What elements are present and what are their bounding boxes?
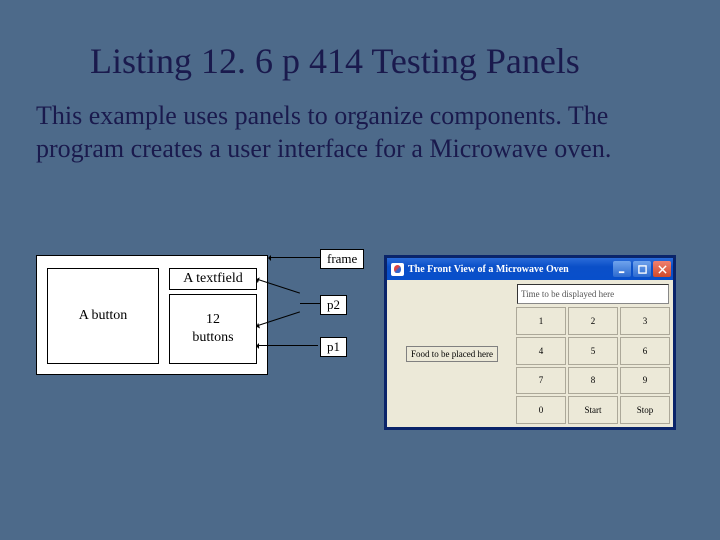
schematic-frame: A button A textfield 12buttons xyxy=(36,255,268,375)
java-icon xyxy=(391,263,404,276)
time-field[interactable]: Time to be displayed here xyxy=(517,284,669,304)
maximize-button[interactable] xyxy=(633,261,651,277)
key-2[interactable]: 2 xyxy=(568,307,618,335)
title-bar: The Front View of a Microwave Oven xyxy=(387,258,673,280)
key-7[interactable]: 7 xyxy=(516,367,566,395)
callout-frame: frame xyxy=(320,249,364,269)
microwave-window: The Front View of a Microwave Oven Food … xyxy=(384,255,676,430)
key-1[interactable]: 1 xyxy=(516,307,566,335)
key-9[interactable]: 9 xyxy=(620,367,670,395)
close-button[interactable] xyxy=(653,261,671,277)
key-6[interactable]: 6 xyxy=(620,337,670,365)
schematic-grid-box: 12buttons xyxy=(169,294,257,364)
schematic-textfield-box: A textfield xyxy=(169,268,257,290)
key-stop[interactable]: Stop xyxy=(620,396,670,424)
callout-p1: p1 xyxy=(320,337,347,357)
key-4[interactable]: 4 xyxy=(516,337,566,365)
minimize-button[interactable] xyxy=(613,261,631,277)
slide-title: Listing 12. 6 p 414 Testing Panels xyxy=(90,40,720,82)
keypad: 1 2 3 4 5 6 7 8 9 0 Start Stop xyxy=(515,306,671,425)
slide-body: This example uses panels to organize com… xyxy=(36,100,680,165)
window-title: The Front View of a Microwave Oven xyxy=(408,264,613,275)
figure-area: A button A textfield 12buttons frame p2 … xyxy=(36,255,690,435)
key-5[interactable]: 5 xyxy=(568,337,618,365)
callout-p2: p2 xyxy=(320,295,347,315)
key-8[interactable]: 8 xyxy=(568,367,618,395)
food-button[interactable]: Food to be placed here xyxy=(406,346,498,362)
food-panel: Food to be placed here xyxy=(389,282,515,425)
key-start[interactable]: Start xyxy=(568,396,618,424)
schematic-button-box: A button xyxy=(47,268,159,364)
control-panel: Time to be displayed here 1 2 3 4 5 6 7 … xyxy=(515,282,671,425)
key-3[interactable]: 3 xyxy=(620,307,670,335)
key-0[interactable]: 0 xyxy=(516,396,566,424)
